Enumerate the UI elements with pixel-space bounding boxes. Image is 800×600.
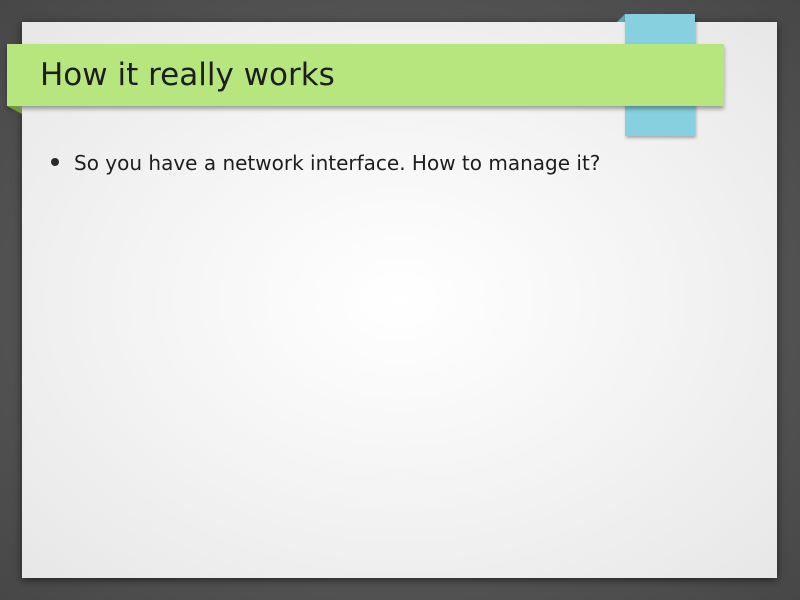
slide-title: How it really works: [40, 57, 335, 93]
title-band: How it really works: [7, 44, 724, 106]
accent-tab-fold: [617, 14, 625, 22]
title-band-fold: [7, 106, 22, 114]
bullet-dot-icon: [51, 158, 59, 166]
bullet-item: So you have a network interface. How to …: [46, 146, 600, 180]
bullet-text: So you have a network interface. How to …: [74, 151, 601, 175]
bullet-list: So you have a network interface. How to …: [46, 146, 600, 180]
